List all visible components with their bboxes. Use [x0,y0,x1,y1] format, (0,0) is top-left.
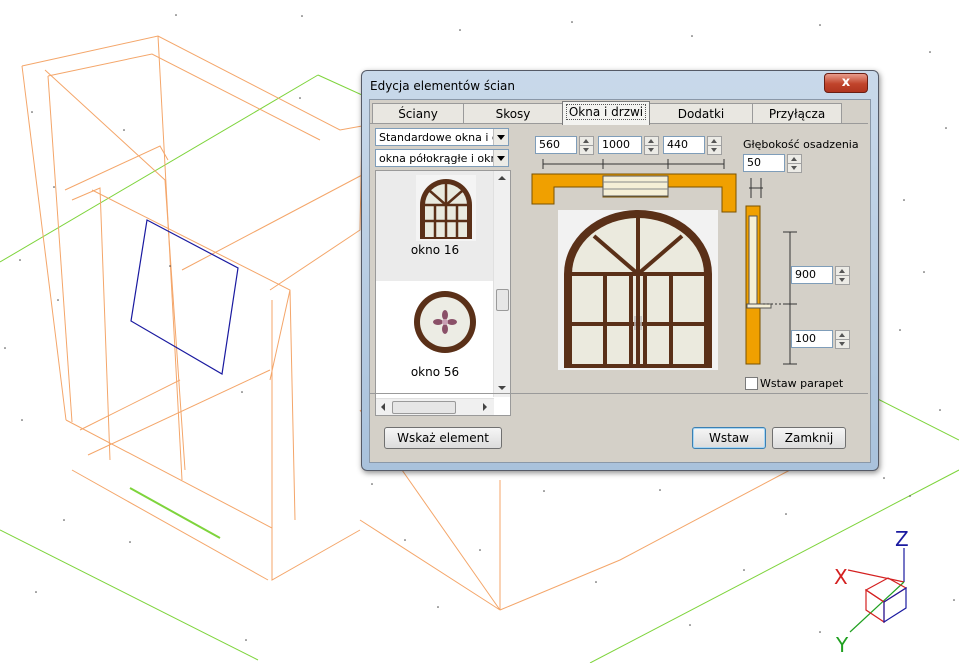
chevron-down-icon[interactable] [493,129,508,145]
parapet-label: Wstaw parapet [760,377,844,390]
pick-element-button[interactable]: Wskaż element [384,427,502,449]
arched-window-thumbnail [416,175,476,241]
axis-gizmo [847,548,908,633]
wall-plan-section [531,173,737,213]
width-input[interactable]: 560 [535,136,577,154]
footer-divider [370,393,868,394]
wall-elements-dialog: Edycja elementów ścian x Ściany Skosy Ok… [361,70,879,471]
catalog-vertical-scrollbar[interactable] [493,171,510,397]
window-height-spinner[interactable]: 900 [791,266,850,285]
scroll-thumb[interactable] [496,289,509,311]
catalog-item-label: okno 16 [410,243,460,257]
tab-okna-i-drzwi[interactable]: Okna i drzwi [562,101,650,125]
category-dropdown-value: Standardowe okna i drz [379,131,509,144]
height-input[interactable]: 1000 [598,136,642,154]
spin-down-icon[interactable] [835,339,850,349]
parapet-checkbox[interactable] [745,377,758,390]
tab-skosy[interactable]: Skosy [463,103,563,124]
close-window-button[interactable]: x [824,73,868,93]
axis-y-label: Y [835,633,849,657]
chevron-down-icon[interactable] [493,150,508,166]
window-height-input[interactable]: 900 [791,266,833,284]
width-spinner[interactable]: 560 [535,136,594,155]
category-dropdown[interactable]: Standardowe okna i drz [375,128,509,146]
catalog-item-okno-56[interactable]: okno 56 [376,283,494,393]
window-height-stepper[interactable] [835,266,850,285]
depth-spinner[interactable]: 440 [663,136,722,155]
catalog-item-okno-16[interactable]: okno 16 [376,171,494,281]
dialog-title: Edycja elementów ścian [370,79,515,93]
scroll-left-icon[interactable] [381,403,385,411]
width-dimension-line [542,159,725,169]
sill-height-stepper[interactable] [835,330,850,349]
scroll-right-icon[interactable] [483,403,487,411]
depth-input[interactable]: 440 [663,136,705,154]
catalog-item-label: okno 56 [410,365,460,379]
spin-down-icon[interactable] [835,275,850,285]
tab-strip: Ściany Skosy Okna i drzwi Dodatki Przyłą… [370,101,868,125]
catalog-horizontal-scrollbar[interactable] [376,398,494,415]
round-window-thumbnail [414,291,476,353]
height-spinner[interactable]: 1000 [598,136,659,155]
mount-depth-indicator [749,178,763,198]
close-button[interactable]: Zamknij [772,427,846,449]
scroll-up-icon[interactable] [498,176,506,180]
sill-height-input[interactable]: 100 [791,330,833,348]
insert-button[interactable]: Wstaw [692,427,766,449]
tab-przylacza[interactable]: Przyłącza [752,103,842,124]
tab-sciany[interactable]: Ściany [372,103,464,124]
sill-height-spinner[interactable]: 100 [791,330,850,349]
tab-dodatki[interactable]: Dodatki [649,103,753,124]
subcategory-dropdown-value: okna półokrągłe i okrą [379,152,502,165]
subcategory-dropdown[interactable]: okna półokrągłe i okrą [375,149,509,167]
width-stepper[interactable] [579,136,594,155]
axis-z-label: Z [895,527,909,551]
height-stepper[interactable] [644,136,659,155]
dialog-client-area: Ściany Skosy Okna i drzwi Dodatki Przyłą… [369,99,871,463]
window-catalog-list: okno 16 okno 56 [375,170,511,416]
mount-depth-label: Głębokość osadzenia [743,138,859,151]
depth-stepper[interactable] [707,136,722,155]
wall-side-section [745,205,772,365]
window-front-view [558,210,718,370]
scroll-thumb[interactable] [392,401,456,414]
tab-panel-okna-i-drzwi: Standardowe okna i drz okna półokrągłe i… [370,123,868,416]
axis-x-label: X [834,565,848,589]
selected-wall-outline [130,219,239,375]
scroll-down-icon[interactable] [498,386,506,390]
